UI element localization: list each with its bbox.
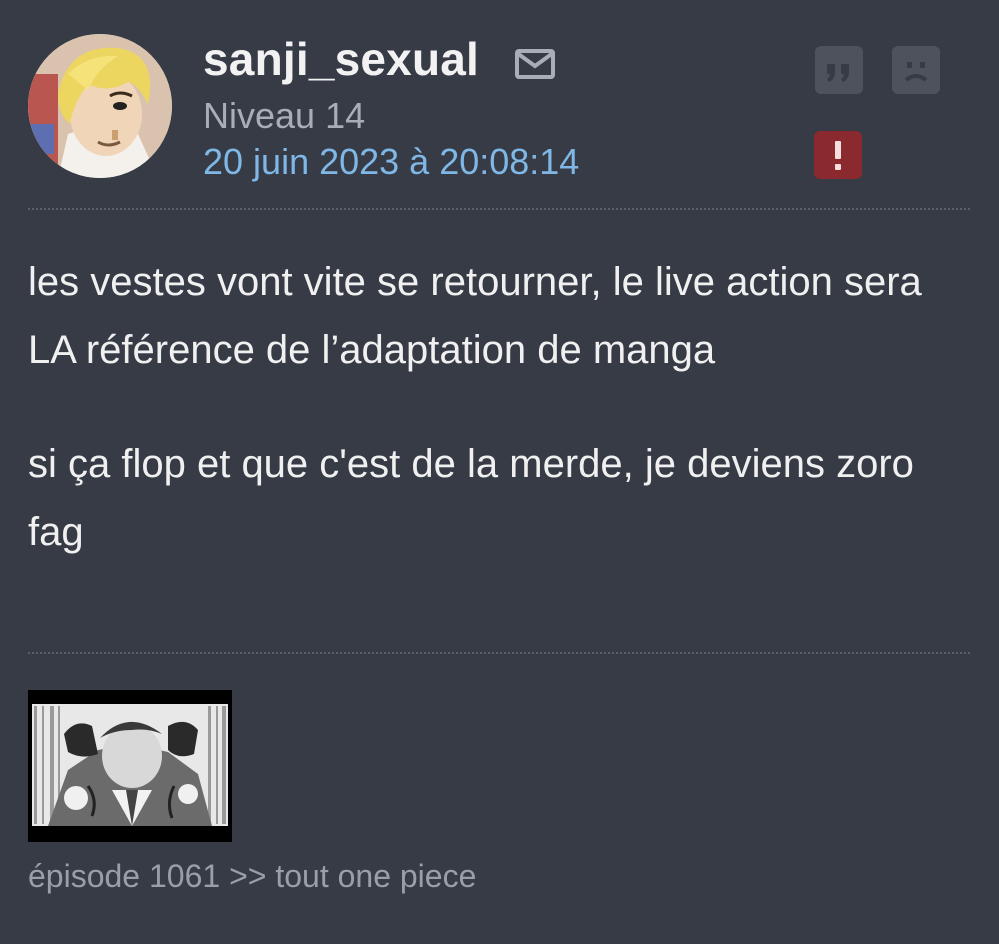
message-paragraph: les vestes vont vite se retourner, le li… <box>28 260 922 372</box>
signature-image <box>28 690 232 842</box>
header-divider <box>28 208 970 210</box>
quote-icon <box>827 64 849 82</box>
message-paragraph: si ça flop et que c'est de la merde, je … <box>28 442 914 554</box>
avatar-image <box>28 34 172 178</box>
forum-post: sanji_sexual Niveau 14 20 juin 2023 à 20… <box>0 0 999 944</box>
sad-face-icon <box>904 62 928 82</box>
post-date-link[interactable]: 20 juin 2023 à 20:08:14 <box>203 141 579 183</box>
exclamation-icon <box>835 141 841 170</box>
quote-button[interactable] <box>815 46 863 94</box>
avatar[interactable] <box>28 34 172 178</box>
sad-reaction-button[interactable] <box>892 46 940 94</box>
signature-text: épisode 1061 >> tout one piece <box>28 858 477 894</box>
username[interactable]: sanji_sexual <box>203 32 479 86</box>
manga-panel-image <box>28 690 232 842</box>
user-level: Niveau 14 <box>203 95 366 136</box>
report-button[interactable] <box>814 131 862 179</box>
mail-icon[interactable] <box>514 48 556 80</box>
signature-divider <box>28 652 970 654</box>
